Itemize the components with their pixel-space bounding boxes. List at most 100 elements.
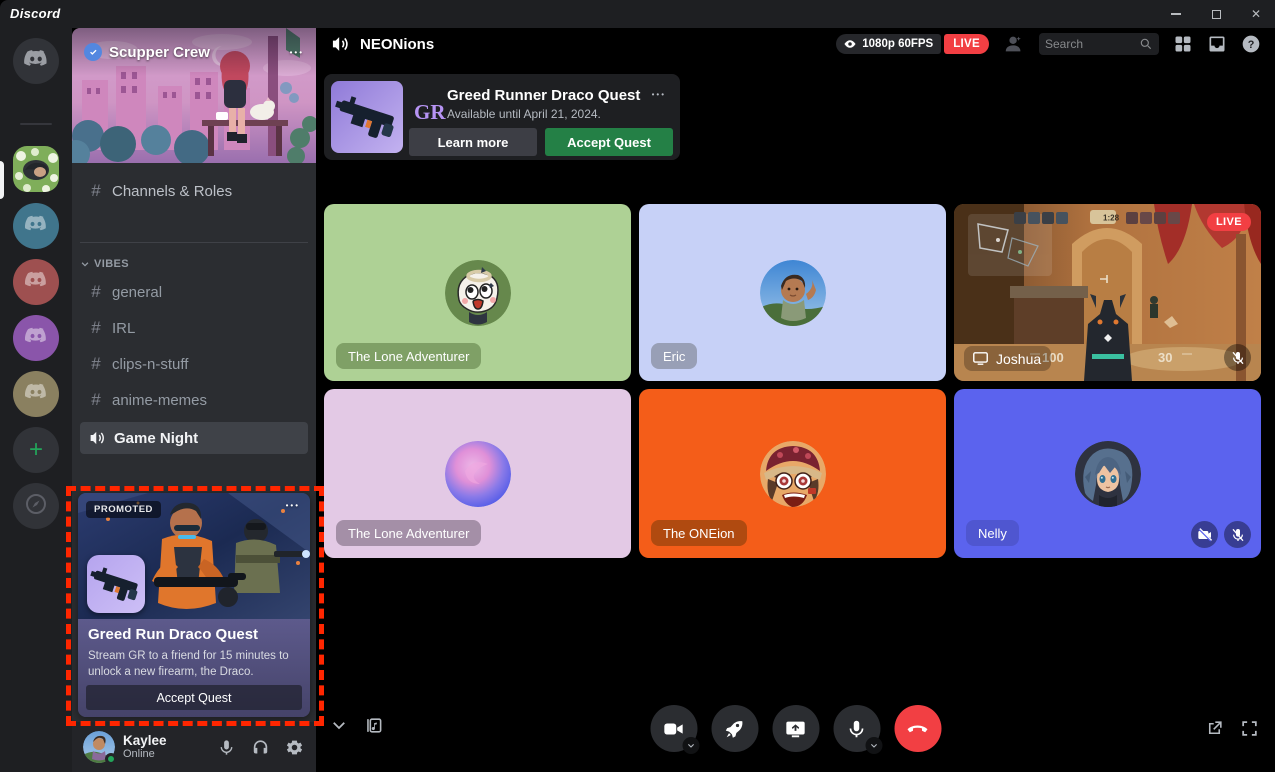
explore-servers-button[interactable] bbox=[13, 483, 59, 529]
server-icon-1[interactable] bbox=[13, 203, 59, 249]
channel-label: general bbox=[112, 284, 162, 301]
camera-button[interactable] bbox=[650, 705, 697, 752]
discord-window: Discord ✕ bbox=[0, 0, 1275, 772]
soundboard-button[interactable] bbox=[362, 714, 384, 736]
rocket-icon bbox=[724, 718, 746, 740]
participant-name-tag: The Lone Adventurer bbox=[336, 343, 481, 369]
live-badge: LIVE bbox=[944, 34, 989, 54]
search-box bbox=[1039, 33, 1159, 55]
server-icon-3[interactable] bbox=[13, 315, 59, 361]
microphone-options-chevron[interactable] bbox=[865, 737, 882, 754]
minimize-button[interactable] bbox=[1165, 3, 1187, 25]
category-label: VIBES bbox=[94, 258, 129, 270]
participant-tile-nelly[interactable]: Nelly bbox=[954, 389, 1261, 558]
server-more-icon[interactable]: ••• bbox=[290, 48, 304, 57]
live-badge: LIVE bbox=[1207, 213, 1251, 231]
quest-weapon-thumbnail bbox=[87, 555, 145, 613]
channel-title: NEONions bbox=[360, 36, 434, 53]
quest-card-accept-button[interactable]: Accept Quest bbox=[86, 685, 302, 710]
close-button[interactable]: ✕ bbox=[1245, 3, 1267, 25]
home-button[interactable] bbox=[13, 38, 59, 84]
mute-microphone-button[interactable] bbox=[212, 733, 240, 761]
participant-tile-lone-adventurer-1[interactable]: The Lone Adventurer bbox=[324, 204, 631, 381]
disconnect-button[interactable] bbox=[894, 705, 941, 752]
accept-quest-button[interactable]: Accept Quest bbox=[545, 128, 673, 156]
gear-icon bbox=[285, 738, 304, 757]
stream-quality-pill[interactable]: 1080p 60FPS LIVE bbox=[836, 34, 989, 54]
discord-wordmark: Discord bbox=[10, 6, 61, 21]
quest-title: Greed Runner Draco Quest bbox=[447, 87, 640, 104]
selected-server-indicator bbox=[0, 161, 4, 199]
promoted-quest-card[interactable]: PROMOTED ••• Greed Ru bbox=[78, 493, 310, 717]
channel-clips-n-stuff[interactable]: # clips-n-stuff bbox=[80, 348, 308, 380]
server-banner[interactable]: Scupper Crew ••• bbox=[72, 28, 316, 163]
participant-tile-lone-adventurer-2[interactable]: The Lone Adventurer bbox=[324, 389, 631, 558]
user-chip[interactable]: Kaylee Online bbox=[80, 728, 212, 766]
quest-subtitle: Available until April 21, 2024. bbox=[447, 107, 601, 121]
participant-name-tag: The Lone Adventurer bbox=[336, 520, 481, 546]
deafen-button[interactable] bbox=[246, 733, 274, 761]
server-icon-2[interactable] bbox=[13, 259, 59, 305]
promoted-badge: PROMOTED bbox=[86, 501, 161, 518]
add-server-button[interactable]: + bbox=[13, 427, 59, 473]
participant-name-tag: Eric bbox=[651, 343, 697, 369]
user-settings-button[interactable] bbox=[280, 733, 308, 761]
username: Kaylee bbox=[123, 733, 167, 749]
search-icon bbox=[1139, 37, 1153, 51]
main-content: NEONions 1080p 60FPS LIVE ? bbox=[316, 28, 1275, 772]
call-controls bbox=[650, 705, 941, 752]
quest-more-icon[interactable]: ••• bbox=[652, 90, 666, 99]
quest-card-more-icon[interactable]: ••• bbox=[286, 501, 300, 510]
browse-channels-icon: # bbox=[88, 181, 104, 201]
voice-channel-header: NEONions 1080p 60FPS LIVE ? bbox=[316, 28, 1275, 60]
avatar bbox=[445, 260, 511, 326]
channel-irl[interactable]: # IRL bbox=[80, 312, 308, 344]
participant-tile-joshua-stream[interactable]: 1:28 100 30 LIVE Joshua bbox=[954, 204, 1261, 381]
eye-icon bbox=[843, 37, 857, 51]
microphone-button[interactable] bbox=[833, 705, 880, 752]
hash-icon: # bbox=[88, 318, 104, 338]
hash-icon: # bbox=[88, 282, 104, 302]
fullscreen-button[interactable] bbox=[1240, 719, 1259, 738]
camera-off-indicator bbox=[1191, 521, 1218, 548]
camera-options-chevron[interactable] bbox=[682, 737, 699, 754]
quest-banner-thumbnail bbox=[331, 81, 403, 153]
quest-card-description: Stream GR to a friend for 15 minutes to … bbox=[88, 648, 300, 680]
participant-name: Nelly bbox=[978, 526, 1007, 541]
channel-sidebar: Scupper Crew ••• # Channels & Roles VIBE… bbox=[72, 28, 316, 772]
learn-more-button[interactable]: Learn more bbox=[409, 128, 537, 156]
channel-anime-memes[interactable]: # anime-memes bbox=[80, 384, 308, 416]
popout-button[interactable] bbox=[1205, 719, 1224, 738]
community-badge-icon bbox=[84, 43, 102, 61]
microphone-icon bbox=[217, 738, 236, 757]
category-vibes[interactable]: VIBES bbox=[80, 258, 129, 270]
channel-general[interactable]: # general bbox=[80, 276, 308, 308]
activities-button[interactable] bbox=[711, 705, 758, 752]
participant-tile-oneion[interactable]: The ONEion bbox=[639, 389, 946, 558]
quest-banner: GR Greed Runner Draco Quest Available un… bbox=[324, 74, 680, 160]
hash-icon: # bbox=[88, 354, 104, 374]
discord-logo-icon bbox=[22, 45, 50, 78]
compass-icon bbox=[24, 492, 48, 521]
members-icon[interactable] bbox=[1003, 33, 1025, 55]
search-input[interactable] bbox=[1045, 37, 1139, 51]
channels-and-roles-item[interactable]: # Channels & Roles bbox=[80, 175, 308, 207]
server-icon-selected[interactable] bbox=[13, 146, 59, 192]
help-icon[interactable]: ? bbox=[1241, 34, 1261, 54]
svg-text:1:28: 1:28 bbox=[1103, 214, 1120, 223]
apps-grid-icon[interactable] bbox=[1173, 34, 1193, 54]
screen-share-button[interactable] bbox=[772, 705, 819, 752]
participant-name: Eric bbox=[663, 349, 685, 364]
user-status: Online bbox=[123, 748, 167, 761]
server-name[interactable]: Scupper Crew bbox=[109, 44, 283, 61]
collapse-chevron-button[interactable] bbox=[328, 714, 350, 736]
quest-game-logo: GR bbox=[414, 100, 446, 125]
inbox-icon[interactable] bbox=[1207, 34, 1227, 54]
participant-tile-eric[interactable]: Eric bbox=[639, 204, 946, 381]
server-icon-4[interactable] bbox=[13, 371, 59, 417]
voice-channel-game-night[interactable]: Game Night bbox=[80, 422, 308, 454]
server-rail: + bbox=[0, 28, 72, 772]
maximize-button[interactable] bbox=[1205, 3, 1227, 25]
rail-divider bbox=[20, 123, 52, 125]
quest-card-title: Greed Run Draco Quest bbox=[88, 626, 258, 643]
